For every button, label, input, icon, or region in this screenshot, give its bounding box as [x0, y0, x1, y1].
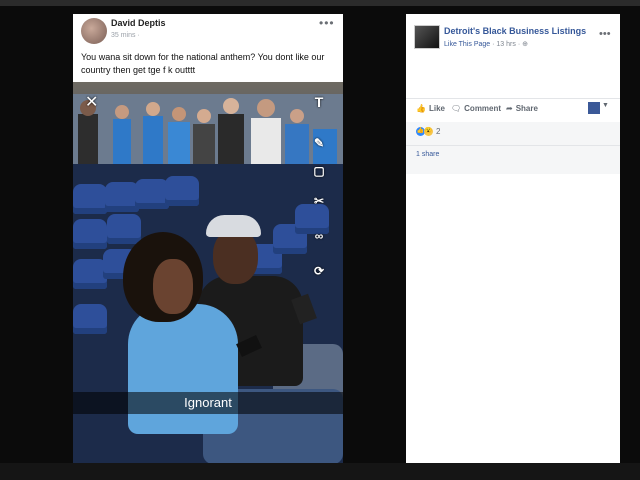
man-figure-head — [213, 229, 258, 284]
share-arrow-icon: ➦ — [506, 104, 513, 113]
divider — [406, 145, 620, 146]
post-header: David Deptis 35 mins · ••• You wana sit … — [73, 14, 343, 82]
reaction-count[interactable]: 2 — [436, 127, 440, 136]
crop-tool-icon: ⟳ — [313, 264, 325, 278]
wow-reaction-icon[interactable]: 😮 — [424, 127, 433, 136]
post-more-icon[interactable]: ••• — [319, 16, 335, 30]
author-avatar[interactable] — [81, 18, 107, 44]
scissors-tool-icon: ✂ — [313, 194, 325, 208]
chevron-down-icon[interactable]: ▼ — [602, 102, 609, 109]
post-author[interactable]: David Deptis — [111, 18, 166, 28]
browser-top-bar — [0, 0, 640, 6]
link-tool-icon: ∞ — [314, 229, 324, 243]
comment-button[interactable]: 🗨 Comment — [451, 104, 501, 113]
taskbar — [0, 463, 640, 480]
woman-face — [153, 259, 193, 314]
sticker-tool-icon: ▢ — [313, 164, 325, 178]
page-name[interactable]: Detroit's Black Business Listings — [444, 26, 586, 36]
post-time[interactable]: 35 mins · — [111, 32, 140, 39]
text-tool-icon: T — [314, 94, 324, 110]
pen-tool-icon: ✎ — [313, 136, 325, 150]
snap-caption: Ignorant — [73, 392, 343, 414]
comment-icon: 🗨 — [451, 104, 462, 113]
card-more-icon[interactable]: ••• — [599, 28, 611, 40]
like-label: Like — [428, 104, 445, 113]
shared-photo[interactable]: ✕ T ✎ ▢ ✂ ∞ ⟳ Ignorant David Deptis 35 m… — [73, 14, 343, 464]
share-label: Share — [515, 104, 538, 113]
globe-icon: ⊕ — [522, 41, 528, 48]
share-as-page-icon[interactable] — [588, 102, 600, 114]
snap-close-icon: ✕ — [85, 94, 99, 111]
like-button[interactable]: 👍 Like — [416, 104, 445, 113]
page-meta: Like This Page · 13 hrs · ⊕ — [444, 40, 528, 48]
like-page-link[interactable]: Like This Page — [444, 41, 490, 48]
comment-label: Comment — [464, 104, 502, 113]
woman-figure — [128, 304, 238, 434]
page-avatar[interactable] — [414, 25, 440, 49]
thumbs-up-icon: 👍 — [416, 104, 426, 113]
share-count[interactable]: 1 share — [416, 151, 439, 158]
post-age: · 13 hrs · — [492, 41, 521, 48]
share-button[interactable]: ➦ Share — [506, 104, 538, 113]
post-sidebar-card: Detroit's Black Business Listings Like T… — [406, 14, 620, 464]
man-cap — [206, 215, 261, 237]
post-text: You wana sit down for the national anthe… — [81, 52, 325, 75]
snap-toolbar: T ✎ ▢ ✂ ∞ ⟳ — [309, 94, 331, 294]
